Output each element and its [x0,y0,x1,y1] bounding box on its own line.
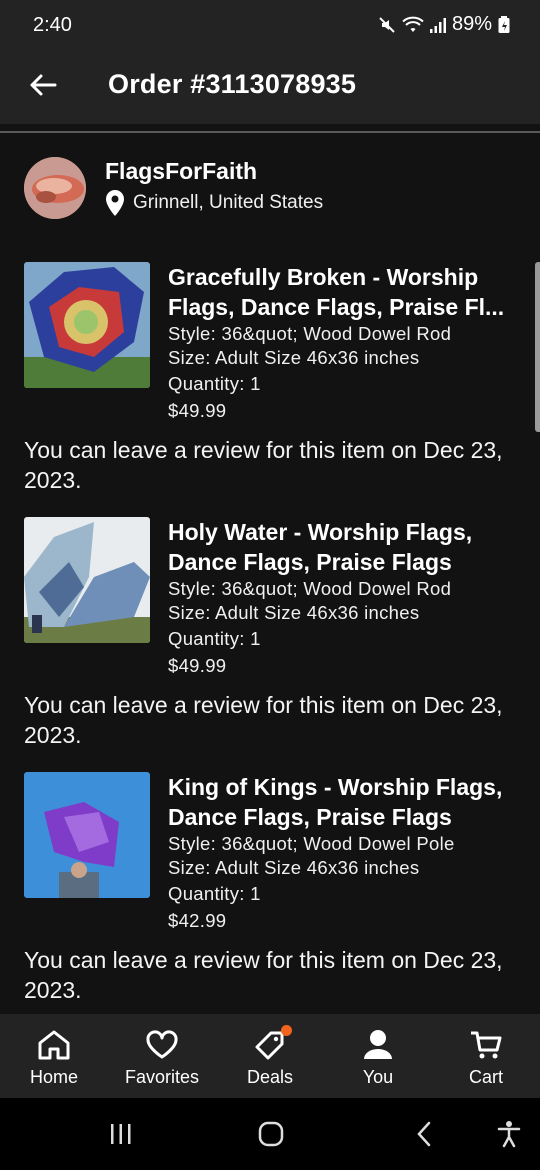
heart-icon [145,1028,179,1062]
shop-info[interactable]: FlagsForFaith Grinnell, United States [24,157,524,221]
home-system-button[interactable] [258,1120,284,1148]
home-icon [37,1028,71,1062]
item-details: Gracefully Broken - Worship Flags, Dance… [168,262,520,422]
signal-icon [429,16,446,34]
back-chevron-icon [417,1121,431,1147]
location-pin-icon [106,190,124,216]
accessibility-button[interactable] [496,1120,522,1148]
item-price: $49.99 [168,399,227,421]
item-size: Size: Adult Size 46x36 inches [168,601,420,623]
item-image[interactable] [24,262,150,388]
shop-name[interactable]: FlagsForFaith [105,158,257,185]
app-header: Order #3113078935 [0,52,540,124]
bottom-nav: Home Favorites Deals You Cart [0,1014,540,1098]
user-icon [363,1028,393,1062]
status-bar: 2:40 89% [0,0,540,52]
item-quantity: Quantity: 1 [168,883,261,904]
nav-cart-label: Cart [468,1067,503,1087]
recent-apps-button[interactable] [108,1120,134,1148]
nav-deals[interactable]: Deals [216,1014,324,1098]
nav-cart[interactable]: Cart [432,1014,540,1098]
header-divider [0,131,540,133]
back-button[interactable] [26,68,60,102]
cart-icon [469,1028,503,1062]
back-arrow-icon [30,74,57,96]
item-size: Size: Adult Size 46x36 inches [168,856,420,878]
battery-icon [498,15,510,34]
item-details: King of Kings - Worship Flags, Dance Fla… [168,772,520,932]
status-icons: 89% [378,13,510,36]
item-style: Style: 36&quot; Wood Dowel Pole [168,833,455,854]
system-nav-bar [0,1098,540,1170]
item-title[interactable]: Gracefully Broken - Worship Flags, Dance… [168,262,520,322]
home-circle-icon [258,1121,284,1147]
status-time: 2:40 [33,14,72,36]
item-style: Style: 36&quot; Wood Dowel Rod [168,323,452,344]
item-price: $42.99 [168,909,227,931]
mute-icon [378,16,396,34]
review-note: You can leave a review for this item on … [24,437,503,493]
item-style: Style: 36&quot; Wood Dowel Rod [168,578,452,599]
recent-apps-icon [111,1124,131,1144]
item-title[interactable]: Holy Water - Worship Flags, Dance Flags,… [168,517,520,577]
nav-home[interactable]: Home [0,1014,108,1098]
nav-favorites-label: Favorites [124,1067,200,1087]
review-note: You can leave a review for this item on … [24,947,503,1003]
battery-level: 89% [451,13,492,35]
back-system-button[interactable] [412,1120,436,1148]
shop-avatar[interactable] [24,157,86,219]
shop-location: Grinnell, United States [105,190,323,216]
item-details: Holy Water - Worship Flags, Dance Flags,… [168,517,520,677]
nav-deals-label: Deals [246,1067,294,1087]
page-title: Order #3113078935 [108,69,357,99]
review-note: You can leave a review for this item on … [24,692,503,748]
accessibility-icon [497,1121,521,1148]
item-quantity: Quantity: 1 [168,628,261,649]
item-price: $49.99 [168,654,227,676]
tag-icon [253,1025,292,1062]
item-quantity: Quantity: 1 [168,373,261,394]
item-image[interactable] [24,517,150,643]
scrollbar[interactable] [535,262,540,432]
nav-favorites[interactable]: Favorites [108,1014,216,1098]
wifi-icon [402,16,424,34]
nav-you[interactable]: You [324,1014,432,1098]
deals-badge [281,1025,292,1036]
nav-you-label: You [362,1067,394,1087]
shop-location-text: Grinnell, United States [133,192,324,213]
item-title[interactable]: King of Kings - Worship Flags, Dance Fla… [168,772,520,832]
item-size: Size: Adult Size 46x36 inches [168,346,420,368]
nav-home-label: Home [29,1067,78,1087]
item-image[interactable] [24,772,150,898]
